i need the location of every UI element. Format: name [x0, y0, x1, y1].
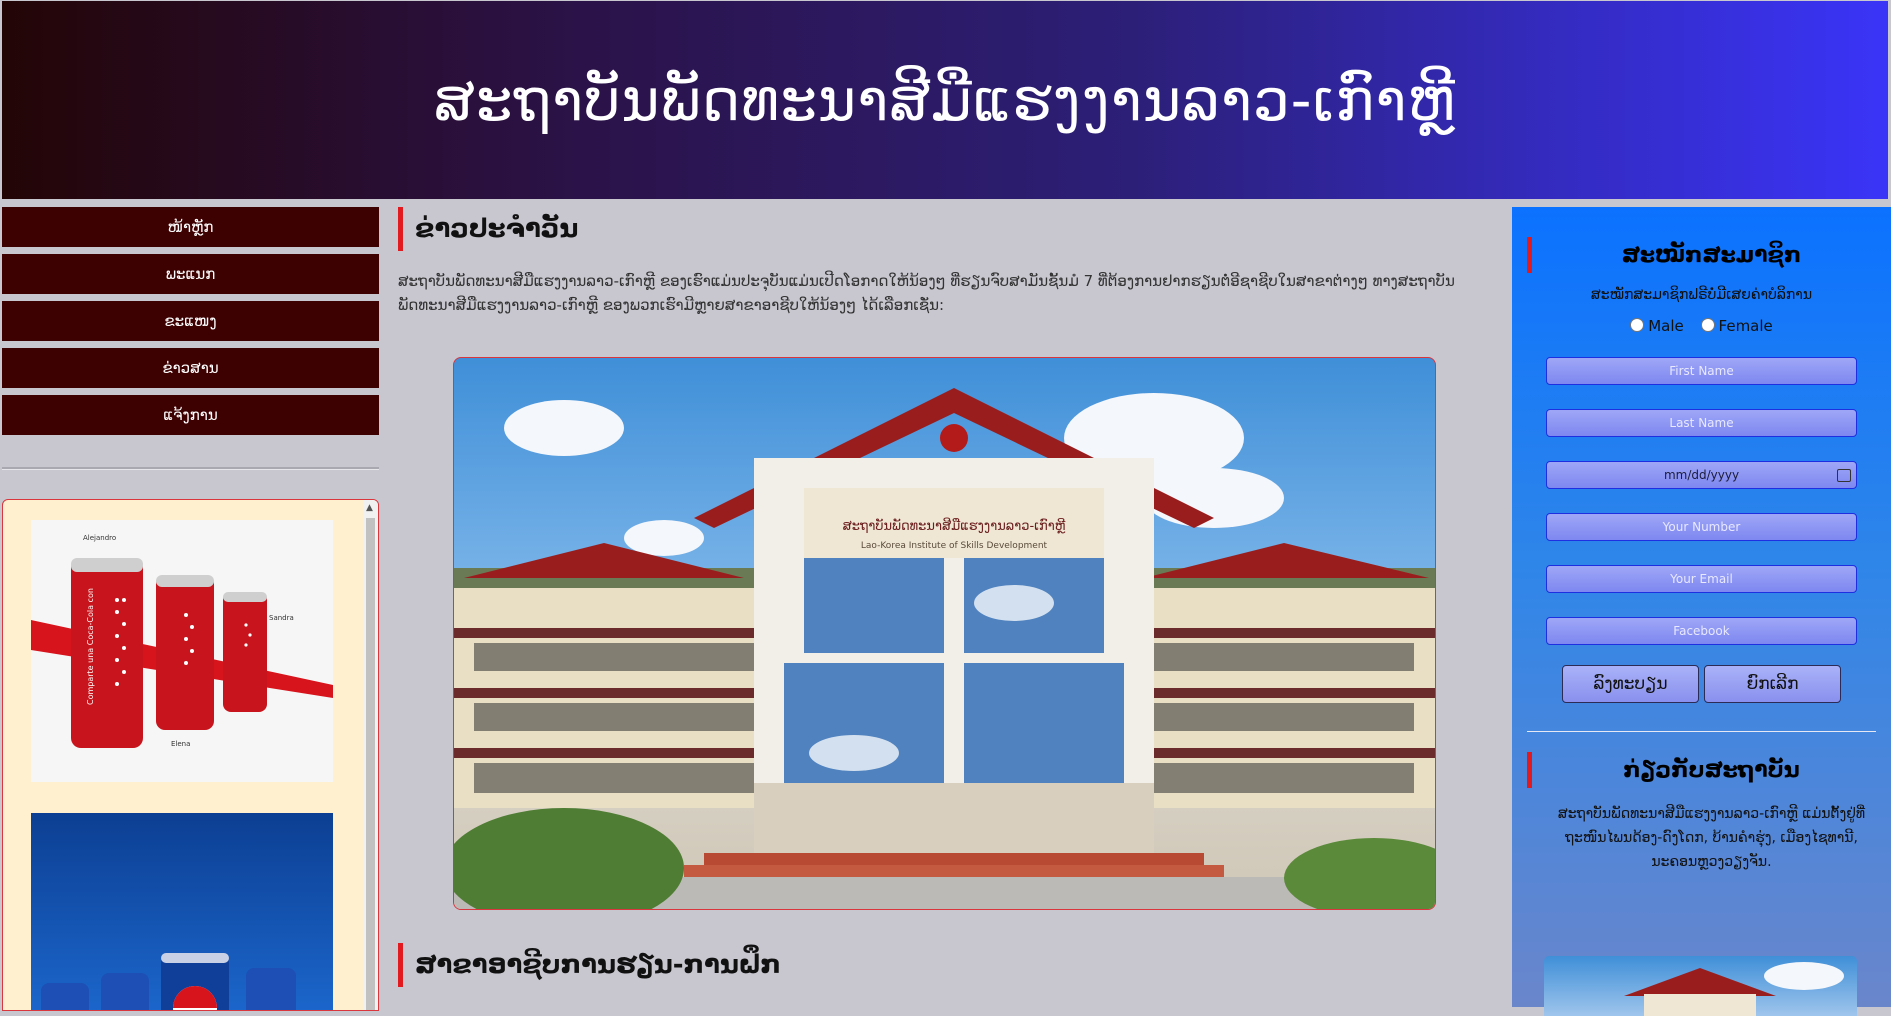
site-title: ສະຖາບັນພັດທະນາສີມືແຮງງານລາວ-ເກົາຫຼີ [434, 66, 1456, 134]
site-header: ສະຖາບັນພັດທະນາສີມືແຮງງານລາວ-ເກົາຫຼີ [2, 1, 1888, 199]
email-field[interactable]: Your Email [1546, 565, 1857, 593]
ad-pepsi-image[interactable] [31, 813, 333, 1010]
career-section-title: ສາຂາອາຊີບການຮຽນ-ການຝຶກ [398, 943, 1015, 987]
register-submit-button[interactable]: ລົງທະບຽນ [1561, 665, 1699, 703]
about-title: ກ່ຽວກັບສະຖາບັນ [1527, 752, 1891, 788]
pepsi-cans-graphic [41, 953, 296, 1010]
female-radio[interactable] [1700, 318, 1715, 332]
first-name-field[interactable]: First Name [1546, 357, 1857, 385]
nav-item-news[interactable]: ຂ່າວສານ [2, 348, 379, 388]
facebook-field[interactable]: Facebook [1546, 617, 1857, 645]
svg-text:Lao-Korea Institute of Skills: Lao-Korea Institute of Skills Developmen… [861, 541, 1048, 551]
gender-male-option[interactable]: Male [1630, 317, 1684, 335]
coca-cola-cans-graphic: Alejandro Sandra Elena Comparte una Coca… [31, 520, 333, 782]
gender-group: Male Female [1512, 317, 1891, 335]
about-text: ສະຖາບັນພັດທະນາສີມືແຮງງານລາວ-ເກົາຫຼີ ແມ່ນ… [1557, 806, 1866, 870]
nav-item-announcements[interactable]: ແຈ້ງການ [2, 395, 379, 435]
scroll-thumb[interactable] [366, 518, 375, 1010]
thumbnail-building-graphic [1624, 962, 1844, 1016]
svg-text:Comparte una Coca-Cola con: Comparte una Coca-Cola con [86, 588, 95, 705]
svg-text:ສະຖາບັນພັດທະນາສີມືແຮງງານລາວ-ເກ: ສະຖາບັນພັດທະນາສີມືແຮງງານລາວ-ເກົາຫຼີ [843, 518, 1067, 534]
register-cancel-button[interactable]: ຍົກເລີກ [1704, 665, 1842, 703]
gender-female-option[interactable]: Female [1700, 317, 1773, 335]
male-radio[interactable] [1630, 318, 1645, 332]
ads-scrollbar[interactable]: ▲ [363, 500, 378, 1010]
svg-text:Sandra: Sandra [269, 614, 294, 622]
news-section-title: ຂ່າວປະຈຳວັນ [398, 207, 1490, 251]
right-panel: ສະໝັກສະມາຊິກ ສະໝັກສະມາຊິກຟຣີບໍ່ມີເສຍຄ່າບ… [1512, 207, 1891, 1016]
phone-number-field[interactable]: Your Number [1546, 513, 1857, 541]
scroll-up-icon[interactable]: ▲ [366, 503, 373, 513]
about-building-thumbnail [1544, 956, 1857, 1016]
ad-coca-cola-image[interactable]: Alejandro Sandra Elena Comparte una Coca… [31, 520, 333, 782]
main-content: ຂ່າວປະຈຳວັນ ສະຖາບັນພັດທະນາສີມືແຮງງານລາວ-… [398, 207, 1490, 987]
last-name-field[interactable]: Last Name [1546, 409, 1857, 437]
svg-text:Alejandro: Alejandro [83, 534, 116, 542]
register-title: ສະໝັກສະມາຊິກ [1527, 237, 1891, 273]
institute-building-photo: ສະຖາບັນພັດທະນາສີມືແຮງງານລາວ-ເກົາຫຼີ Lao-… [453, 357, 1436, 910]
svg-text:Elena: Elena [171, 740, 190, 748]
building-illustration: ສະຖາບັນພັດທະນາສີມືແຮງງານລາວ-ເກົາຫຼີ Lao-… [454, 388, 1435, 909]
ads-panel[interactable]: Alejandro Sandra Elena Comparte una Coca… [2, 499, 379, 1011]
nav-item-sections[interactable]: ຂະແໜງ [2, 301, 379, 341]
register-subtitle: ສະໝັກສະມາຊິກຟຣີບໍ່ມີເສຍຄ່າບໍລິການ [1590, 287, 1813, 303]
birthdate-field[interactable]: mm/dd/yyyy [1546, 461, 1857, 489]
intro-paragraph: ສະຖາບັນພັດທະນາສີມືແຮງງານລາວ-ເກົາຫຼີ ຂອງເ… [398, 272, 1455, 314]
calendar-icon[interactable] [1837, 469, 1851, 482]
nav-item-departments[interactable]: ພະແນກ [2, 254, 379, 294]
sidebar-divider [2, 467, 379, 470]
nav-item-home[interactable]: ໜ້າຫຼັກ [2, 207, 379, 247]
sidebar-nav: ໜ້າຫຼັກ ພະແນກ ຂະແໜງ ຂ່າວສານ ແຈ້ງການ [2, 207, 379, 442]
